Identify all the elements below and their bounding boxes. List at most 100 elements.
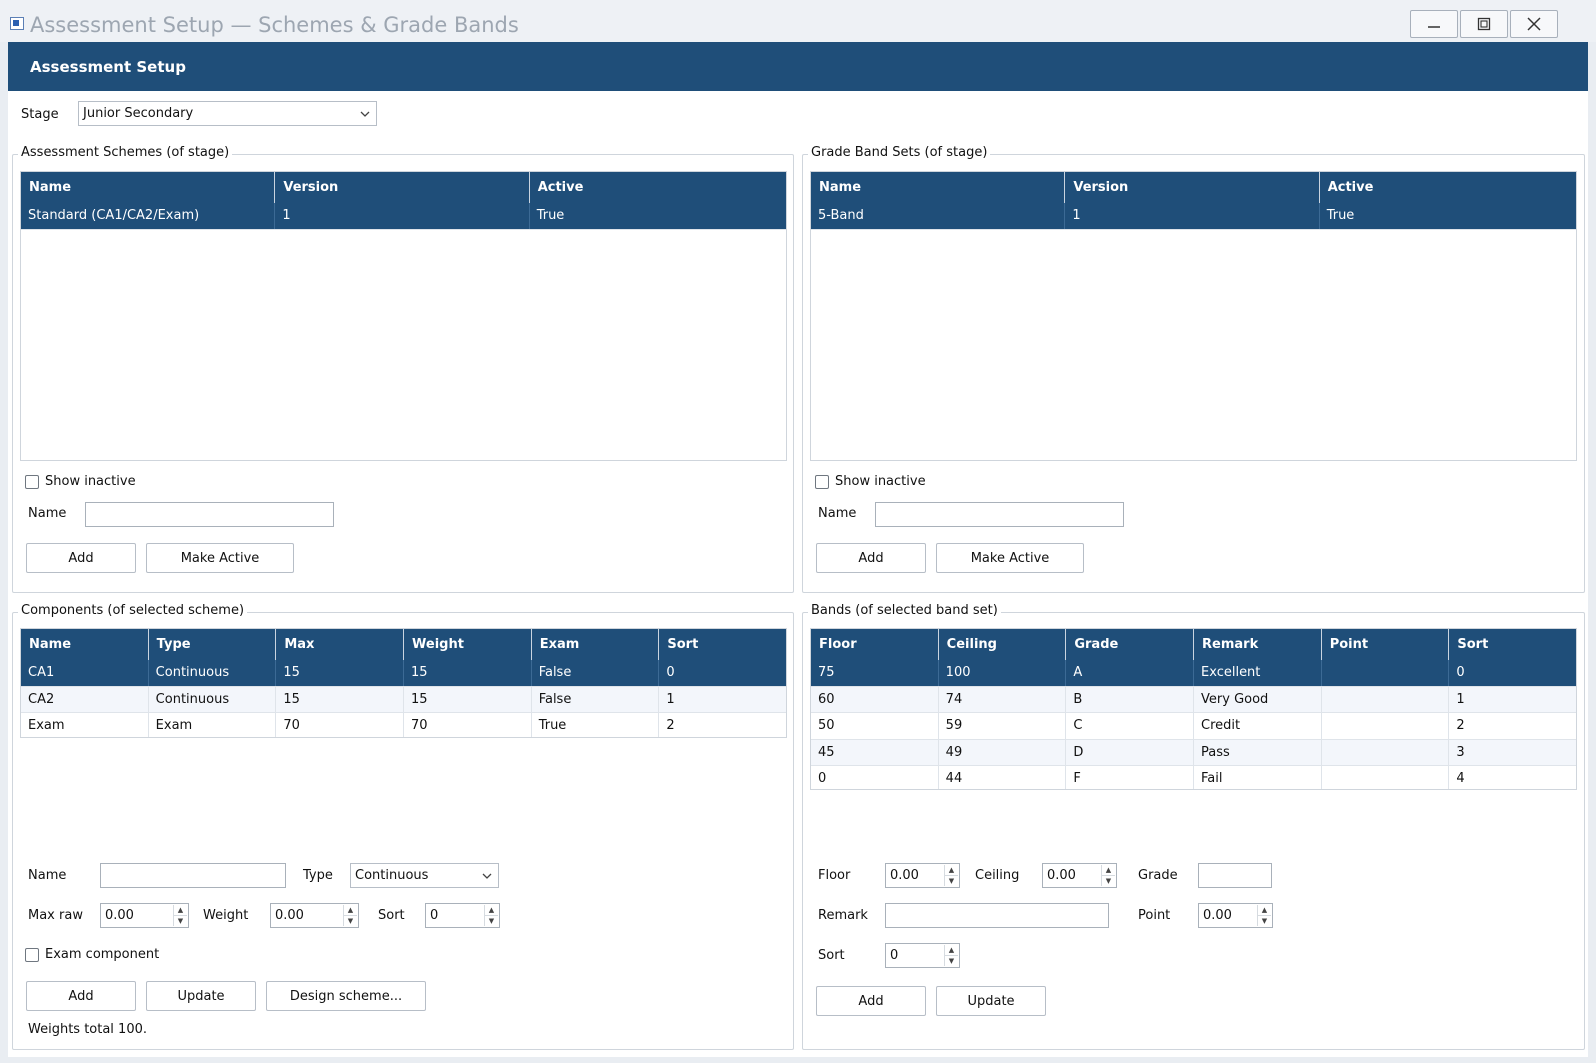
- column-header[interactable]: Ceiling: [939, 629, 1067, 660]
- components-grid[interactable]: Name Type Max Weight Exam Sort CA1 Conti…: [20, 628, 787, 738]
- schemes-make-active-button[interactable]: Make Active: [146, 543, 294, 573]
- column-header[interactable]: Name: [21, 629, 149, 660]
- component-max-stepper[interactable]: 0.00 ▲ ▼: [100, 903, 189, 928]
- table-row[interactable]: CA2 Continuous 15 15 False 1: [21, 686, 786, 713]
- checkbox-box[interactable]: [25, 947, 39, 962]
- spin-up-icon[interactable]: ▲: [344, 905, 357, 916]
- column-header[interactable]: Version: [275, 172, 530, 203]
- table-row[interactable]: 50 59 C Credit 2: [811, 713, 1576, 740]
- table-row[interactable]: 45 49 D Pass 3: [811, 739, 1576, 766]
- column-header[interactable]: Sort: [659, 629, 786, 660]
- stage-label: Stage: [21, 107, 59, 122]
- component-add-button[interactable]: Add: [26, 981, 136, 1011]
- design-scheme-button[interactable]: Design scheme...: [266, 981, 426, 1011]
- band-remark-input[interactable]: [885, 903, 1109, 928]
- column-header[interactable]: Active: [530, 172, 786, 203]
- weights-status-text: Weights total 100.: [28, 1022, 147, 1037]
- bandsets-grid[interactable]: Name Version Active 5-Band 1 True: [810, 171, 1577, 461]
- table-row[interactable]: Exam Exam 70 70 True 2: [21, 713, 786, 737]
- column-header[interactable]: Version: [1065, 172, 1320, 203]
- spin-up-icon[interactable]: ▲: [174, 905, 187, 916]
- table-cell: 15: [276, 686, 405, 712]
- band-floor-label: Floor: [818, 868, 851, 883]
- bandsets-show-inactive-checkbox[interactable]: Show inactive: [815, 474, 926, 489]
- column-header[interactable]: Type: [149, 629, 277, 660]
- checkbox-box[interactable]: [25, 474, 39, 489]
- maximize-button[interactable]: [1460, 10, 1508, 38]
- component-name-input[interactable]: [100, 863, 286, 888]
- table-row[interactable]: 75 100 A Excellent 0: [811, 660, 1576, 687]
- spin-up-icon[interactable]: ▲: [485, 905, 498, 916]
- component-sort-stepper[interactable]: 0 ▲ ▼: [425, 903, 500, 928]
- close-icon: [1527, 17, 1541, 31]
- close-button[interactable]: [1510, 10, 1558, 38]
- column-header[interactable]: Point: [1322, 629, 1450, 660]
- spin-down-icon[interactable]: ▼: [174, 916, 187, 926]
- component-update-button[interactable]: Update: [146, 981, 256, 1011]
- spin-down-icon[interactable]: ▼: [945, 956, 958, 966]
- component-type-select[interactable]: Continuous: [350, 863, 499, 888]
- table-cell: 50: [811, 713, 939, 739]
- spin-down-icon[interactable]: ▼: [485, 916, 498, 926]
- spin-down-icon[interactable]: ▼: [344, 916, 357, 926]
- schemes-name-input[interactable]: [85, 502, 334, 527]
- window-title: Assessment Setup — Schemes & Grade Bands: [30, 13, 519, 37]
- table-row[interactable]: 0 44 F Fail 4: [811, 766, 1576, 789]
- checkbox-box[interactable]: [815, 474, 829, 489]
- table-cell: 70: [404, 713, 532, 737]
- component-type-label: Type: [303, 868, 333, 883]
- component-weight-stepper[interactable]: 0.00 ▲ ▼: [270, 903, 359, 928]
- column-header[interactable]: Exam: [532, 629, 660, 660]
- band-grade-input[interactable]: [1198, 863, 1272, 888]
- schemes-name-label: Name: [28, 506, 67, 521]
- table-row[interactable]: 60 74 B Very Good 1: [811, 686, 1576, 713]
- column-header[interactable]: Grade: [1066, 629, 1195, 660]
- table-row[interactable]: CA1 Continuous 15 15 False 0: [21, 660, 786, 687]
- column-header[interactable]: Weight: [404, 629, 532, 660]
- column-header[interactable]: Floor: [811, 629, 939, 660]
- stepper-value: 0: [890, 948, 899, 963]
- band-update-button[interactable]: Update: [936, 986, 1046, 1016]
- maximize-icon: [1477, 17, 1491, 31]
- checkbox-label: Exam component: [45, 947, 160, 962]
- column-header[interactable]: Max: [276, 629, 405, 660]
- table-cell: 49: [939, 739, 1067, 765]
- spin-up-icon[interactable]: ▲: [945, 865, 958, 876]
- table-row[interactable]: Standard (CA1/CA2/Exam) 1 True: [21, 203, 786, 230]
- band-add-button[interactable]: Add: [816, 986, 926, 1016]
- table-cell: 2: [1456, 718, 1465, 734]
- band-point-stepper[interactable]: 0.00 ▲ ▼: [1198, 903, 1273, 928]
- spin-down-icon[interactable]: ▼: [1102, 876, 1115, 886]
- band-floor-stepper[interactable]: 0.00 ▲ ▼: [885, 863, 960, 888]
- minimize-button[interactable]: [1410, 10, 1458, 38]
- spin-up-icon[interactable]: ▲: [945, 945, 958, 956]
- column-header[interactable]: Name: [811, 172, 1066, 203]
- table-cell: Credit: [1194, 713, 1322, 739]
- table-cell: 3: [1456, 744, 1465, 760]
- schemes-show-inactive-checkbox[interactable]: Show inactive: [25, 474, 136, 489]
- spin-down-icon[interactable]: ▼: [1258, 916, 1271, 926]
- table-row[interactable]: 5-Band 1 True: [811, 203, 1576, 230]
- band-grade-label: Grade: [1138, 868, 1178, 883]
- column-header[interactable]: Sort: [1449, 629, 1576, 660]
- table-cell: 75: [811, 660, 939, 686]
- bandsets-name-input[interactable]: [875, 502, 1124, 527]
- checkbox-label: Show inactive: [835, 474, 926, 489]
- bandsets-make-active-button[interactable]: Make Active: [936, 543, 1084, 573]
- spin-down-icon[interactable]: ▼: [945, 876, 958, 886]
- stage-select[interactable]: Junior Secondary: [78, 101, 377, 126]
- schemes-add-button[interactable]: Add: [26, 543, 136, 573]
- bands-grid[interactable]: Floor Ceiling Grade Remark Point Sort 75…: [810, 628, 1577, 790]
- band-ceiling-stepper[interactable]: 0.00 ▲ ▼: [1042, 863, 1117, 888]
- bandsets-add-button[interactable]: Add: [816, 543, 926, 573]
- column-header[interactable]: Name: [21, 172, 276, 203]
- table-cell: 1: [1065, 203, 1320, 229]
- column-header[interactable]: Active: [1320, 172, 1576, 203]
- schemes-grid[interactable]: Name Version Active Standard (CA1/CA2/Ex…: [20, 171, 787, 461]
- column-header[interactable]: Remark: [1194, 629, 1322, 660]
- band-sort-stepper[interactable]: 0 ▲ ▼: [885, 943, 960, 968]
- table-cell: 1: [666, 691, 675, 707]
- exam-component-checkbox[interactable]: Exam component: [25, 947, 159, 962]
- spin-up-icon[interactable]: ▲: [1258, 905, 1271, 916]
- spin-up-icon[interactable]: ▲: [1102, 865, 1115, 876]
